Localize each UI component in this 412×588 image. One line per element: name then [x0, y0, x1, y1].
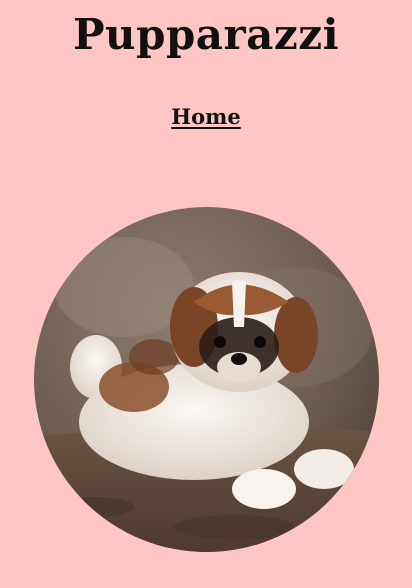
- puppy-photo: [34, 207, 379, 552]
- puppy-left-eye: [214, 336, 226, 348]
- puppy-illustration: [34, 207, 379, 552]
- puppy-right-paw: [294, 449, 354, 489]
- puppy-nose: [231, 353, 247, 365]
- puppy-right-eye: [254, 336, 266, 348]
- nav-link-home[interactable]: Home: [171, 104, 240, 129]
- puppy-right-ear: [274, 297, 318, 373]
- main-nav: Home: [0, 104, 412, 129]
- page: Pupparazzi Home: [0, 0, 412, 588]
- puppy-left-paw: [232, 469, 296, 509]
- site-title: Pupparazzi: [72, 10, 340, 59]
